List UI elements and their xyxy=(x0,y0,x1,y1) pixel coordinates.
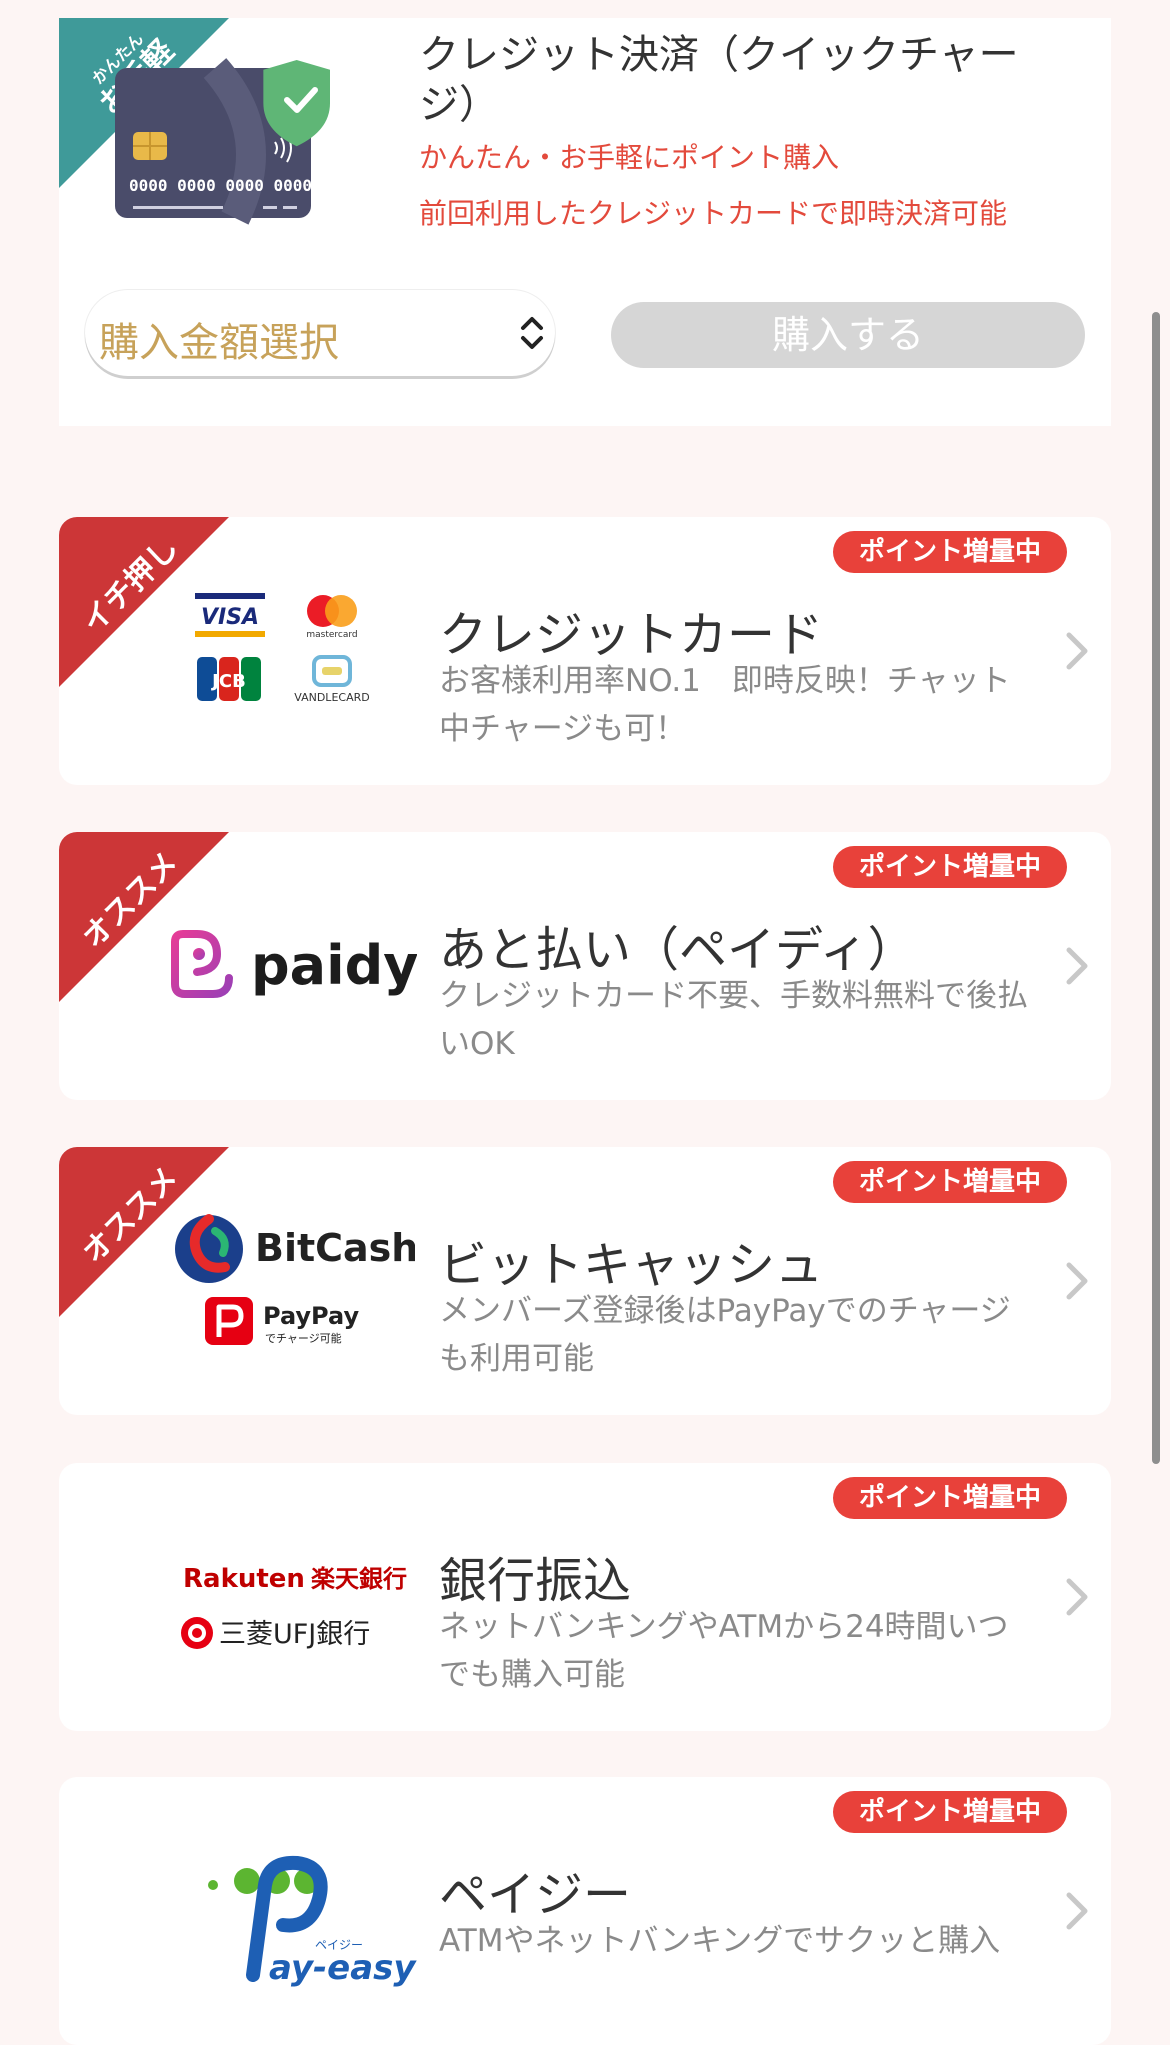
chevron-right-icon xyxy=(1066,1578,1088,1616)
payment-method-title: クレジットカード xyxy=(439,607,824,663)
mastercard-logo: mastercard xyxy=(306,630,357,640)
paypay-caption: でチャージ可能 xyxy=(265,1331,342,1345)
mufg-label: 三菱UFJ銀行 xyxy=(219,1619,370,1650)
amount-select-label: 購入金額選択 xyxy=(99,320,339,366)
points-increase-badge: ポイント増量中 xyxy=(832,1161,1067,1203)
rakuten-wordmark: Rakuten xyxy=(183,1564,305,1594)
payment-method-description: メンバーズ登録後はPayPayでのチャージも利用可能 xyxy=(439,1293,1011,1377)
payment-method-title: 銀行振込 xyxy=(439,1553,632,1609)
credit-card-shield-icon: 0000 0000 0000 0000 xyxy=(115,58,330,225)
points-increase-badge: ポイント増量中 xyxy=(832,1791,1067,1833)
chevron-right-icon xyxy=(1066,1892,1088,1930)
quick-charge-subtitle-2: 前回利用したクレジットカードで即時決済可能 xyxy=(419,197,1008,230)
quick-charge-title: クレジット決済（クイックチャージ） xyxy=(419,32,1019,128)
payment-method-bitcash[interactable]: オススメ ポイント増量中 BitCash PayPay でチャージ可能 ビットキ… xyxy=(59,1147,1111,1415)
payeasy-logo: ペイジー ay-easy xyxy=(208,1855,417,1988)
scrollbar[interactable] xyxy=(1152,312,1160,1464)
payment-method-description: ネットバンキングやATMから24時間いつでも購入可能 xyxy=(439,1609,1009,1693)
bank-logos: Rakuten 楽天銀行 三菱UFJ銀行 xyxy=(181,1564,407,1650)
rakuten-bank-label: 楽天銀行 xyxy=(311,1565,407,1593)
payment-method-title: ビットキャッシュ xyxy=(439,1237,824,1293)
card-number: 0000 0000 0000 0000 xyxy=(129,176,312,195)
payment-method-description: クレジットカード不要、手数料無料で後払いOK xyxy=(439,978,1028,1062)
visa-logo: VISA xyxy=(201,605,259,630)
jcb-logo: JCB xyxy=(210,671,246,692)
payment-method-title: ペイジー xyxy=(439,1867,632,1923)
amount-select[interactable]: 購入金額選択 xyxy=(85,290,555,376)
bitcash-wordmark: BitCash xyxy=(255,1226,415,1270)
chevron-right-icon xyxy=(1066,947,1088,985)
quick-charge-subtitle: かんたん・お手軽にポイント購入 xyxy=(419,141,840,174)
chevron-right-icon xyxy=(1066,1262,1088,1300)
card-brands-logo: VISA mastercard JCB VANDLECARD xyxy=(195,593,370,704)
payment-method-description: ATMやネットバンキングでサクッと購入 xyxy=(439,1923,1001,1959)
payment-method-description: お客様利用率NO.1 即時反映！チャット中チャージも可！ xyxy=(439,663,1011,747)
chevron-updown-icon xyxy=(521,317,543,349)
payeasy-wordmark: ay-easy xyxy=(269,1948,417,1988)
paypay-wordmark: PayPay xyxy=(263,1302,359,1330)
bitcash-paypay-logo: BitCash PayPay でチャージ可能 xyxy=(175,1214,415,1345)
paidy-logo: paidy xyxy=(171,930,417,998)
payment-method-paidy[interactable]: オススメ ポイント増量中 paidy あと払い（ペイディ） クレジットカード不要… xyxy=(59,832,1111,1100)
chevron-right-icon xyxy=(1066,632,1088,670)
points-increase-badge: ポイント増量中 xyxy=(832,531,1067,573)
quick-charge-card: かんたん お手軽 0000 0000 0000 0000 クレジット決済（クイッ… xyxy=(59,18,1111,426)
payment-method-title: あと払い（ペイディ） xyxy=(439,922,916,978)
paidy-wordmark: paidy xyxy=(251,934,417,997)
vandle-card-logo: VANDLECARD xyxy=(294,691,369,704)
points-increase-badge: ポイント増量中 xyxy=(832,846,1067,888)
payment-method-payeasy[interactable]: ポイント増量中 ペイジー ay-easy ペイジー ATMやネットバンキングでサ… xyxy=(59,1777,1111,2045)
payment-method-credit-card[interactable]: イチ押し ポイント増量中 VISA mastercard JCB VANDLEC… xyxy=(59,517,1111,785)
payment-method-bank-transfer[interactable]: ポイント増量中 Rakuten 楽天銀行 三菱UFJ銀行 銀行振込 ネットバンキ… xyxy=(59,1463,1111,1731)
buy-button[interactable]: 購入する xyxy=(611,302,1085,368)
points-increase-badge: ポイント増量中 xyxy=(832,1477,1067,1519)
